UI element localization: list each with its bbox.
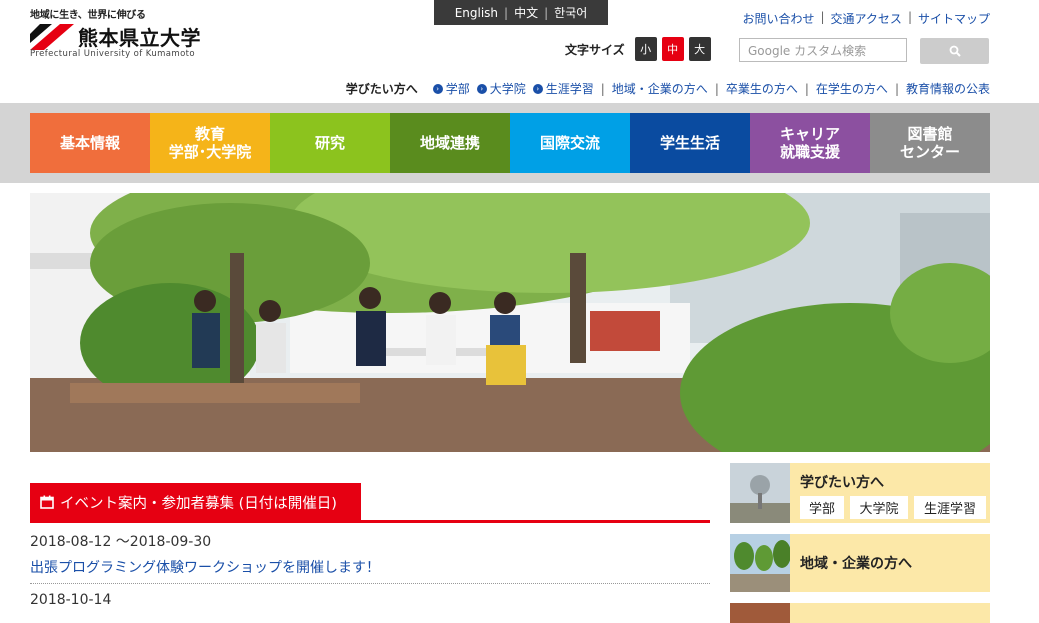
side-panel-community[interactable]: 地域・企業の方へ [730, 534, 990, 592]
search-input[interactable]: Google カスタム検索 [739, 38, 907, 62]
side-panel-learn[interactable]: 学びたい方へ 学部 大学院 生涯学習 [730, 463, 990, 523]
separator: | [544, 5, 549, 20]
campus-thumbnail [730, 463, 790, 523]
sitemap-link[interactable]: サイトマップ [918, 10, 990, 27]
events-rule [30, 520, 710, 523]
event-divider [30, 583, 710, 584]
audience-community-link[interactable]: 地域・企業の方へ [612, 80, 708, 97]
font-size-medium-button[interactable]: 中 [661, 37, 684, 61]
nav-basic-info[interactable]: 基本情報 [30, 113, 150, 173]
search-placeholder: Google カスタム検索 [748, 43, 867, 58]
site-header: 地域に生き、世界に伸びる 熊本県立大学 Prefectural Universi… [0, 0, 1039, 103]
side-lifelong-button[interactable]: 生涯学習 [914, 496, 986, 519]
nav-education[interactable]: 教育 学部･大学院 [150, 113, 270, 173]
separator: | [894, 81, 899, 96]
side-graduate-button[interactable]: 大学院 [850, 496, 908, 519]
audience-students-link[interactable]: 在学生の方へ [816, 80, 888, 97]
event-title-link[interactable]: 出張プログラミング体験ワークショップを開催します！ [30, 557, 380, 577]
audience-graduate-link[interactable]: › 大学院 [476, 80, 526, 97]
nav-student-life[interactable]: 学生生活 [630, 113, 750, 173]
event-date: 2018-10-14 [30, 592, 112, 608]
logo-mark-icon [30, 23, 74, 50]
campus-photo-illustration [30, 193, 990, 452]
chevron-right-icon: › [432, 83, 443, 94]
separator: | [600, 81, 605, 96]
contact-link[interactable]: お問い合わせ [742, 10, 814, 27]
audience-lifelong-link[interactable]: › 生涯学習 [532, 80, 594, 97]
audience-faculty-link[interactable]: › 学部 [432, 80, 470, 97]
side-panel-title: 地域・企業の方へ [800, 556, 912, 572]
separator: | [820, 10, 825, 24]
lang-chinese[interactable]: 中文 [514, 4, 538, 21]
university-logo[interactable]: 地域に生き、世界に伸びる 熊本県立大学 Prefectural Universi… [30, 6, 230, 61]
nav-community[interactable]: 地域連携 [390, 113, 510, 173]
audience-disclosure-link[interactable]: 教育情報の公表 [906, 80, 990, 97]
font-size-large-button[interactable]: 大 [688, 37, 711, 61]
events-heading: イベント案内・参加者募集 (日付は開催日) [30, 483, 361, 521]
language-bar: English | 中文 | 한국어 [434, 0, 608, 25]
separator: | [804, 81, 809, 96]
logo-tagline: 地域に生き、世界に伸びる [30, 10, 146, 21]
search-icon [949, 45, 961, 57]
global-nav: 基本情報 教育 学部･大学院 研究 地域連携 国際交流 学生生活 キャリア 就職支援 図書館 … [0, 103, 1039, 183]
search-button[interactable] [920, 38, 989, 64]
thumbnail [730, 603, 790, 623]
side-panel-title: 学びたい方へ [800, 475, 884, 491]
chevron-right-icon: › [532, 83, 543, 94]
font-size-switcher: 文字サイズ 小 中 大 [565, 37, 711, 61]
event-date: 2018-08-12 ～2018-09-30 [30, 534, 212, 550]
events-heading-text: イベント案内・参加者募集 (日付は開催日) [60, 495, 337, 512]
lang-korean[interactable]: 한국어 [554, 4, 587, 21]
audience-alumni-link[interactable]: 卒業生の方へ [726, 80, 798, 97]
side-faculty-button[interactable]: 学部 [800, 496, 844, 519]
audience-links: 学びたい方へ › 学部 › 大学院 › 生涯学習 | 地域・企業の方へ | 卒業生の方… [346, 80, 990, 97]
audience-lead: 学びたい方へ [345, 82, 418, 96]
font-size-label: 文字サイズ [565, 42, 625, 57]
calendar-icon [40, 495, 54, 509]
nav-research[interactable]: 研究 [270, 113, 390, 173]
font-size-small-button[interactable]: 小 [634, 37, 657, 61]
utility-links: お問い合わせ | 交通アクセス | サイトマップ [742, 10, 990, 27]
logo-subtitle: Prefectural University of Kumamoto [30, 49, 196, 59]
logo-name: 熊本県立大学 [78, 26, 201, 50]
nav-international[interactable]: 国際交流 [510, 113, 630, 173]
separator: | [907, 10, 912, 24]
separator: | [714, 81, 719, 96]
trees-thumbnail [730, 534, 790, 592]
chevron-right-icon: › [476, 83, 487, 94]
side-panel-next[interactable] [730, 603, 990, 623]
hero-image [30, 193, 990, 452]
nav-library[interactable]: 図書館 センター [870, 113, 990, 173]
separator: | [504, 5, 509, 20]
nav-career[interactable]: キャリア 就職支援 [750, 113, 870, 173]
lang-english[interactable]: English [455, 6, 498, 20]
access-link[interactable]: 交通アクセス [831, 10, 902, 27]
